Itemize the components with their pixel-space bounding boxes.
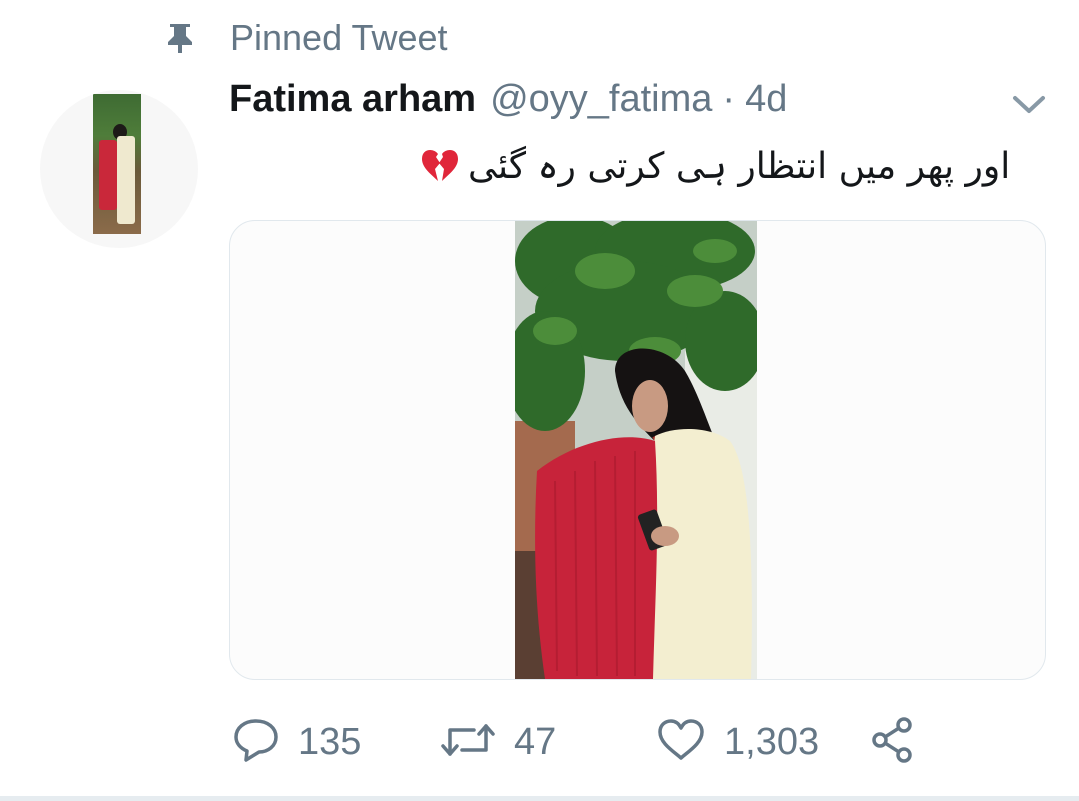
reply-button[interactable]: 135 (232, 712, 361, 772)
divider (0, 796, 1079, 801)
broken-heart-icon (420, 148, 460, 184)
reply-count: 135 (298, 720, 362, 763)
like-count: 1,303 (724, 720, 820, 763)
retweet-count: 47 (514, 720, 557, 763)
header-separator: · (722, 78, 736, 120)
tweet-timestamp[interactable]: 4d (745, 78, 787, 121)
share-button[interactable] (870, 712, 916, 772)
tweet-text-content: اور پھر میں انتظار ہی کرتی رہ گئی (468, 145, 1011, 187)
pinned-indicator (165, 14, 195, 62)
photo[interactable] (515, 221, 757, 679)
tweet-text: اور پھر میں انتظار ہی کرتی رہ گئی (420, 138, 1044, 194)
avatar-image (93, 94, 141, 234)
retweet-button[interactable]: 47 (440, 712, 556, 772)
media-card[interactable] (229, 220, 1046, 680)
tweet-header: Fatima arham @oyy_fatima · 4d (229, 78, 787, 126)
tweet-actions: 135 47 1,303 (232, 712, 932, 772)
share-icon (870, 716, 916, 768)
avatar[interactable] (40, 90, 198, 248)
author-name[interactable]: Fatima arham (229, 78, 476, 121)
author-handle[interactable]: @oyy_fatima (490, 78, 712, 121)
reply-icon (232, 717, 280, 768)
tweet-menu-chevron-down-icon[interactable] (1012, 94, 1046, 116)
retweet-icon (440, 720, 496, 765)
heart-icon (656, 718, 706, 767)
pin-icon (165, 21, 195, 55)
like-button[interactable]: 1,303 (656, 712, 819, 772)
pinned-label: Pinned Tweet (230, 17, 448, 58)
